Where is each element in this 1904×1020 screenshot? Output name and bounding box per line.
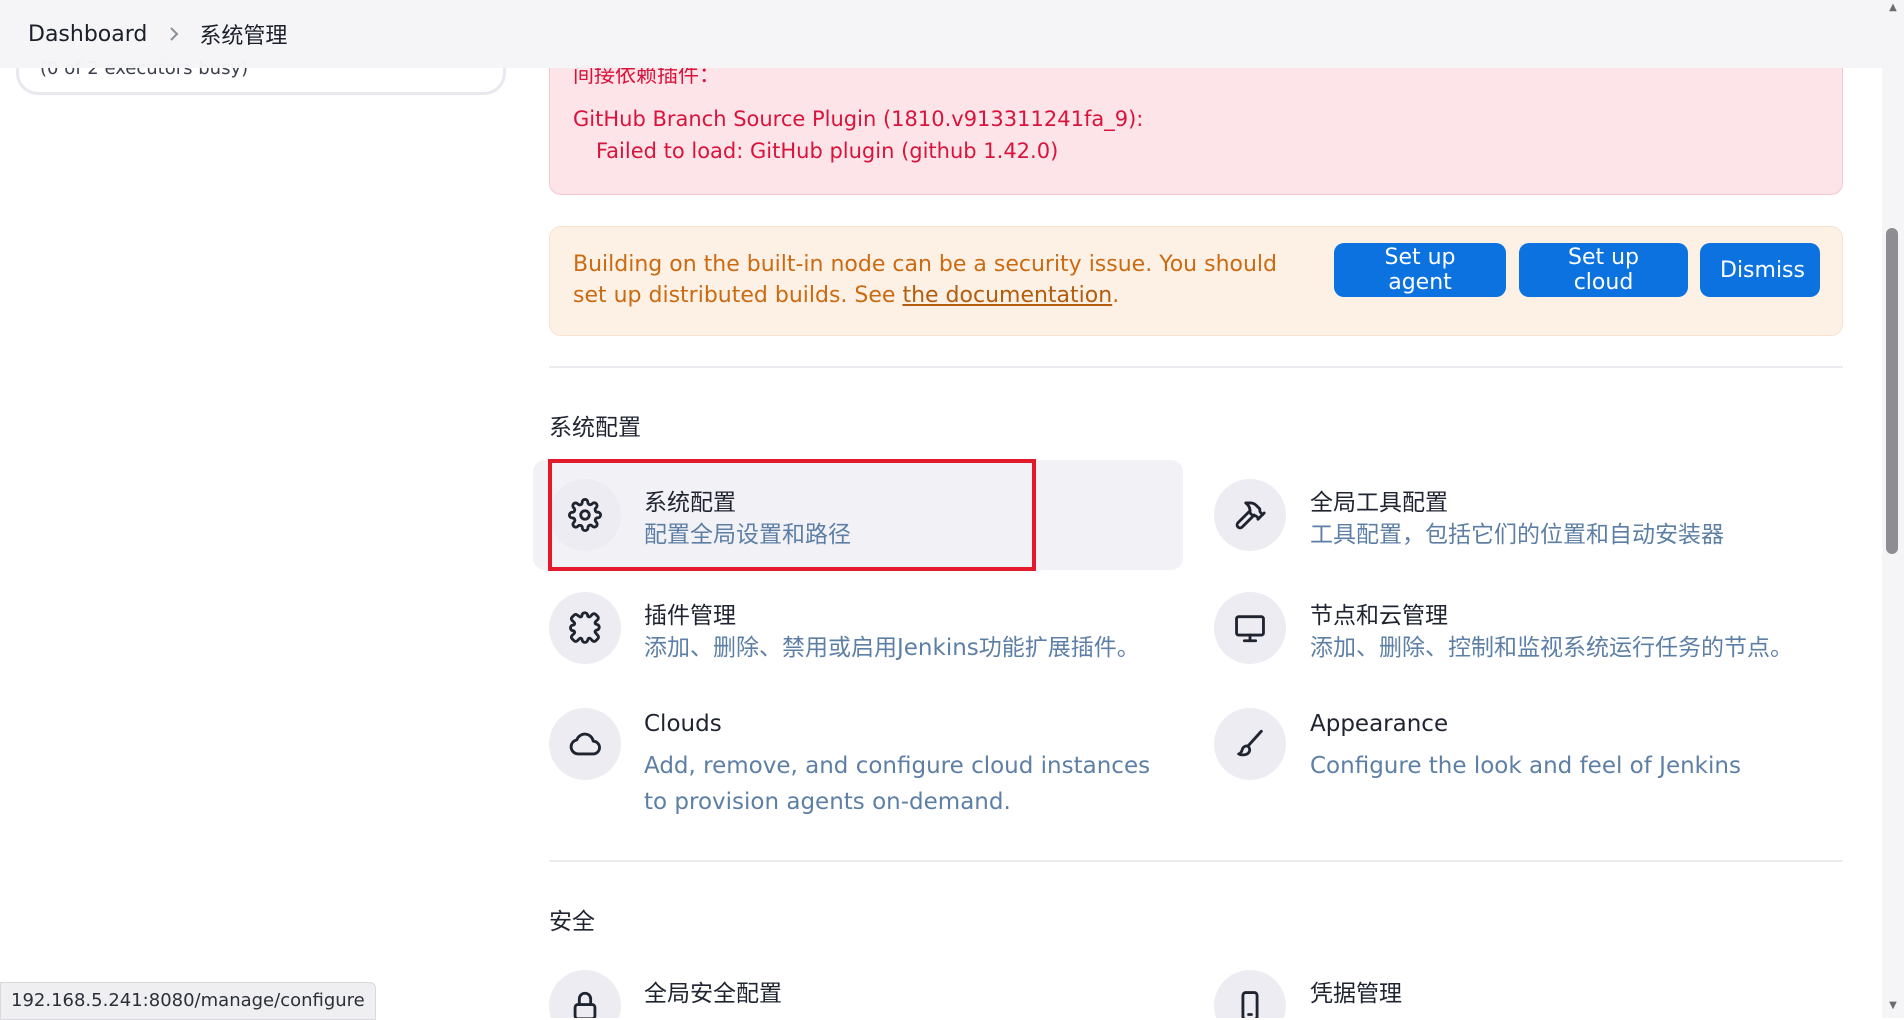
section-title-security: 安全 (549, 909, 595, 935)
documentation-link[interactable]: the documentation (902, 283, 1112, 308)
item-system-config[interactable]: 系统配置 配置全局设置和路径 (533, 460, 1183, 570)
setup-agent-button[interactable]: Set up agent (1334, 243, 1506, 297)
chevron-right-icon (167, 27, 181, 41)
item-appearance[interactable]: Appearance Configure the look and feel o… (1199, 692, 1849, 802)
cloud-icon (549, 708, 621, 780)
item-global-tool-config[interactable]: 全局工具配置 工具配置，包括它们的位置和自动安装器 (1199, 460, 1849, 570)
status-bar-url: 192.168.5.241:8080/manage/configure (0, 982, 376, 1020)
item-desc: Add, remove, and configure cloud instanc… (644, 753, 1151, 815)
item-desc: 配置全局设置和路径 (644, 522, 851, 548)
item-title: 凭据管理 (1310, 981, 1402, 1007)
item-desc: 工具配置，包括它们的位置和自动安装器 (1310, 522, 1724, 548)
error-plugin-name: GitHub Branch Source Plugin (1810.v91331… (573, 107, 1144, 131)
dismiss-button[interactable]: Dismiss (1700, 243, 1820, 297)
warning-message: Building on the built-in node can be a s… (573, 249, 1313, 311)
section-title-system-config: 系统配置 (549, 415, 641, 441)
section-divider (549, 366, 1843, 368)
gear-icon (549, 479, 621, 551)
scrollbar-thumb[interactable] (1886, 228, 1898, 554)
item-nodes-clouds[interactable]: 节点和云管理 添加、删除、控制和监视系统运行任务的节点。 (1199, 576, 1849, 686)
item-desc: 添加、删除、禁用或启用Jenkins功能扩展插件。 (644, 635, 1140, 661)
scroll-down-arrow-icon[interactable]: ▼ (1886, 1000, 1900, 1014)
warning-suffix: . (1112, 283, 1120, 308)
item-plugin-management[interactable]: 插件管理 添加、删除、禁用或启用Jenkins功能扩展插件。 (533, 576, 1183, 686)
item-global-security[interactable]: 全局安全配置 (533, 956, 1183, 1018)
item-title: Appearance (1310, 711, 1449, 737)
security-warning-alert: Building on the built-in node can be a s… (549, 226, 1843, 336)
item-title: 插件管理 (644, 603, 736, 629)
item-title: 节点和云管理 (1310, 603, 1448, 629)
item-title: 全局工具配置 (1310, 490, 1448, 516)
lock-icon (549, 970, 621, 1018)
item-desc: 添加、删除、控制和监视系统运行任务的节点。 (1310, 635, 1793, 661)
item-desc: Configure the look and feel of Jenkins (1310, 753, 1741, 779)
setup-cloud-button[interactable]: Set up cloud (1519, 243, 1688, 297)
scroll-up-arrow-icon[interactable]: ▲ (1886, 2, 1900, 16)
monitor-icon (1214, 592, 1286, 664)
item-clouds[interactable]: Clouds Add, remove, and configure cloud … (533, 692, 1183, 822)
item-title: Clouds (644, 711, 722, 737)
breadcrumb-dashboard[interactable]: Dashboard (28, 22, 147, 47)
item-title: 全局安全配置 (644, 981, 782, 1007)
puzzle-icon (549, 592, 621, 664)
breadcrumb-current[interactable]: 系统管理 (199, 18, 287, 50)
item-title: 系统配置 (644, 490, 736, 516)
phone-icon (1214, 970, 1286, 1018)
error-detail: Failed to load: GitHub plugin (github 1.… (596, 139, 1059, 163)
item-credentials[interactable]: 凭据管理 (1199, 956, 1849, 1018)
brush-icon (1214, 708, 1286, 780)
hammer-icon (1214, 479, 1286, 551)
breadcrumb: Dashboard 系统管理 (0, 0, 1882, 68)
section-divider (549, 860, 1843, 862)
